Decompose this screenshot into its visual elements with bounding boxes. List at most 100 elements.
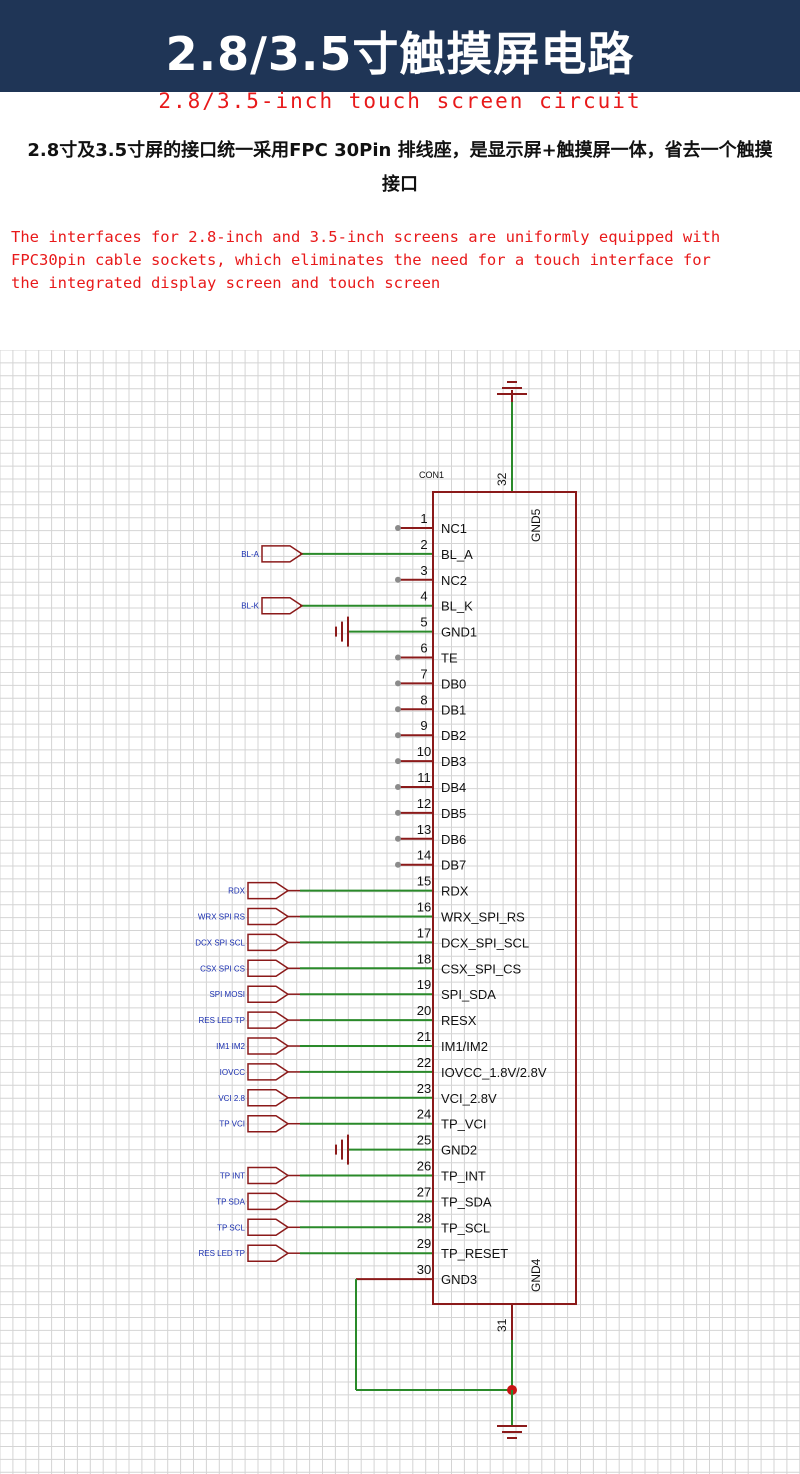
- pin-name: IM1/IM2: [441, 1039, 488, 1054]
- pin-number: 8: [420, 692, 427, 707]
- pin-name: NC1: [441, 521, 467, 536]
- no-connect-dot: [395, 525, 401, 531]
- pin-name: DB5: [441, 806, 466, 821]
- page-title: 2.8/3.5寸触摸屏电路: [165, 27, 635, 81]
- pin-name: VCI_2.8V: [441, 1091, 497, 1106]
- pin-name: GND3: [441, 1272, 477, 1287]
- pin-name: GND1: [441, 625, 477, 640]
- pin-name: NC2: [441, 573, 467, 588]
- pin-name: DB0: [441, 676, 466, 691]
- net-flag-outline: [261, 545, 304, 563]
- net-label: RES LED TP: [198, 1016, 245, 1025]
- net-label: DCX SPI SCL: [195, 938, 245, 947]
- net-label: BL-K: [241, 602, 259, 611]
- pin-number: 32: [495, 472, 509, 486]
- net-flag-outline: [247, 907, 290, 926]
- pin-number: 15: [417, 874, 431, 889]
- net-label: TP INT: [220, 1172, 245, 1181]
- pin-number: 3: [420, 563, 427, 578]
- pin-number: 7: [420, 666, 427, 681]
- component-designator: CON1: [419, 470, 444, 480]
- net-flag: RDX: [228, 881, 300, 900]
- pin-name: BL_K: [441, 599, 473, 614]
- no-connect-dot: [395, 576, 401, 583]
- net-label: RDX: [228, 887, 246, 896]
- no-connect-dot: [395, 784, 401, 790]
- net-label: SPI MOSI: [209, 990, 245, 999]
- net-label: CSX SPI CS: [200, 964, 245, 973]
- schematic-wires: [300, 390, 517, 1426]
- net-flag: SPI MOSI: [209, 985, 300, 1003]
- pin-number: 6: [420, 641, 427, 656]
- pin-name: GND2: [441, 1143, 477, 1158]
- net-label: TP SCL: [217, 1223, 245, 1232]
- chinese-description: 2.8寸及3.5寸屏的接口统一采用FPC 30Pin 排线座，是显示屏+触摸屏一…: [27, 140, 773, 195]
- net-flag: WRX SPI RS: [198, 907, 300, 926]
- pin-number: 18: [417, 951, 431, 966]
- pin-number: 5: [420, 615, 427, 630]
- net-flag: BL-K: [241, 596, 304, 615]
- net-label: TP SDA: [216, 1197, 245, 1206]
- no-connect-dot: [395, 654, 401, 661]
- connector-pins: 1 NC1 2 BL_A 3 NC2 4 BL_K 5 GND1 6 TE 7 DB0 8 DB1 9 DB2 10…: [417, 472, 547, 1332]
- net-flag-outline: [261, 596, 304, 615]
- english-subtitle: 2.8/3.5-inch touch screen circuit: [158, 89, 642, 113]
- pin-name: GND4: [529, 1258, 543, 1292]
- pin-name: DB7: [441, 858, 466, 873]
- no-connect-dot: [395, 835, 401, 842]
- pin-number: 12: [417, 796, 431, 811]
- pin-name: TP_SCL: [441, 1220, 490, 1235]
- net-flag-outline: [247, 959, 290, 978]
- net-label: WRX SPI RS: [198, 913, 245, 922]
- no-connect-dot: [395, 861, 401, 868]
- pin-name: DB3: [441, 754, 466, 769]
- pin-number: 30: [417, 1262, 431, 1277]
- pin-name: TE: [441, 651, 458, 666]
- pin-number: 14: [417, 848, 431, 863]
- no-connect-dot: [395, 706, 401, 713]
- pin-number: 1: [420, 511, 427, 526]
- pin-name: DB4: [441, 780, 466, 795]
- english-description: The interfaces for 2.8-inch and 3.5-inch…: [11, 228, 721, 292]
- no-connect-dot: [395, 680, 401, 687]
- pin-name: DCX_SPI_SCL: [441, 935, 529, 950]
- no-connect-dot: [395, 758, 401, 765]
- pin-number: 29: [417, 1236, 431, 1251]
- net-label: VCI 2.8: [218, 1094, 245, 1103]
- pin-number: 25: [417, 1133, 431, 1148]
- pin-name: TP_INT: [441, 1169, 486, 1184]
- pin-number: 22: [417, 1055, 431, 1070]
- pin-number: 21: [417, 1029, 431, 1044]
- pin-number: 9: [420, 718, 427, 733]
- net-flag: BL-A: [241, 545, 304, 563]
- pin-number: 23: [417, 1081, 431, 1096]
- pin-name: DB2: [441, 728, 466, 743]
- pin-name: RDX: [441, 884, 469, 899]
- schematic-grid: [0, 350, 800, 1474]
- net-flag-outline: [247, 985, 290, 1003]
- pin-name: WRX_SPI_RS: [441, 910, 525, 925]
- pin-name: TP_SDA: [441, 1194, 492, 1209]
- net-flag-outline: [247, 881, 290, 900]
- pin-name: BL_A: [441, 547, 473, 562]
- pin-number: 11: [417, 770, 431, 785]
- pin-name: CSX_SPI_CS: [441, 961, 522, 976]
- pin-number: 19: [417, 977, 431, 992]
- net-labels: BL-A BL-K RDX WRX SPI RS DCX SPI SCL CSX SPI …: [195, 545, 304, 1262]
- pin-number: 17: [417, 925, 431, 940]
- pin-number: 20: [417, 1003, 431, 1018]
- pin-number: 28: [417, 1210, 431, 1225]
- pin-name: TP_RESET: [441, 1246, 508, 1261]
- pin-number: 4: [420, 589, 427, 604]
- pin-name: TP_VCI: [441, 1117, 487, 1132]
- pin-number: 26: [417, 1159, 431, 1174]
- no-connect-dot: [395, 809, 401, 816]
- pin-name: RESX: [441, 1013, 477, 1028]
- pin-name: DB6: [441, 832, 466, 847]
- net-label: RES LED TP: [198, 1249, 245, 1258]
- ground-icon: [497, 1425, 527, 1439]
- net-label: IOVCC: [220, 1068, 246, 1077]
- pin-name: DB1: [441, 702, 466, 717]
- pin-number: 10: [417, 744, 431, 759]
- net-flag: RES LED TP: [198, 1011, 300, 1029]
